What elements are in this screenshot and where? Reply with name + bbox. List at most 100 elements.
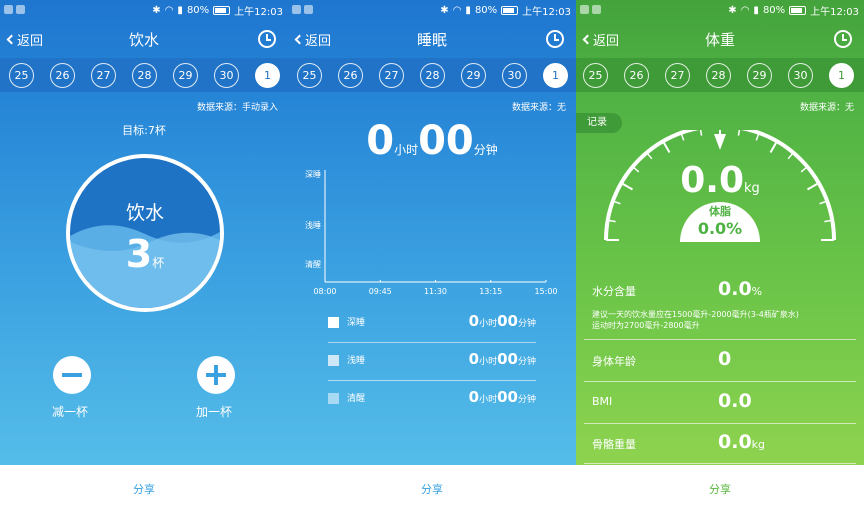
date-chip[interactable]: 27	[665, 63, 690, 88]
date-chip[interactable]: 29	[461, 63, 486, 88]
minus-icon	[62, 373, 82, 377]
data-source-label: 数据来源：无	[511, 103, 566, 113]
metric-unit: kg	[751, 438, 766, 451]
metric-bmi: BMI 0.0	[584, 382, 856, 424]
cup-unit: 杯	[152, 256, 165, 270]
status-bar: ✱ ◠ ▮ 80% 上午12:03	[0, 0, 288, 20]
date-chip-selected[interactable]: 1	[255, 63, 280, 88]
metric-body-age: 身体年龄 0	[584, 340, 856, 382]
weight-number: 0.0	[680, 160, 744, 201]
advice-line: 建议一天的饮水量应在1500毫升-2000毫升(3-4瓶矿泉水)	[592, 310, 799, 319]
minus-cup-label: 减一杯	[52, 405, 89, 419]
notification-icons	[4, 5, 25, 14]
circle-title: 饮水	[125, 202, 164, 224]
body-fat-value: 0.0%	[697, 219, 743, 238]
date-chip[interactable]: 29	[173, 63, 198, 88]
metric-bone-mass: 骨骼重量 0.0kg	[584, 424, 856, 464]
share-button[interactable]: 分享	[0, 481, 288, 497]
x-tick-label: 15:00	[534, 287, 557, 296]
status-bar: ✱ ◠ ▮ 80% 上午12:03	[288, 0, 576, 20]
date-chip[interactable]: 27	[379, 63, 404, 88]
legend-minutes: 00	[497, 312, 518, 330]
metric-name: 骨骼重量	[592, 438, 636, 451]
app-notification-icon	[16, 5, 25, 14]
footer: 分享	[288, 465, 576, 512]
date-strip: 25 26 27 28 29 30 1	[0, 58, 288, 92]
share-button[interactable]: 分享	[576, 481, 864, 497]
notification-icons	[580, 5, 601, 14]
x-tick-label: 11:30	[424, 287, 447, 296]
legend-row-awake: 清醒 0小时00分钟	[328, 381, 536, 419]
gauge-tick	[737, 130, 741, 136]
wifi-icon: ◠	[740, 5, 750, 16]
date-chip[interactable]: 28	[420, 63, 445, 88]
metric-unit: %	[751, 285, 763, 298]
metric-number: 0.0	[718, 278, 752, 300]
battery-icon	[213, 6, 231, 15]
legend-value: 0小时00分钟	[469, 387, 536, 406]
history-clock-icon[interactable]	[834, 30, 852, 48]
cup-count: 3杯	[70, 232, 220, 276]
legend-hours: 0	[468, 388, 480, 406]
total-hours: 0	[366, 118, 395, 164]
signal-icon: ▮	[753, 5, 759, 16]
app-notification-icon	[580, 5, 589, 14]
date-chip[interactable]: 28	[132, 63, 157, 88]
plus-cup-label: 加一杯	[196, 405, 233, 419]
clock: 上午12:03	[234, 7, 283, 18]
water-advice: 建议一天的饮水量应在1500毫升-2000毫升(3-4瓶矿泉水) 运动时为270…	[592, 309, 846, 331]
history-clock-icon[interactable]	[258, 30, 276, 48]
legend-hours: 0	[468, 350, 480, 368]
date-chip[interactable]: 29	[747, 63, 772, 88]
date-chip-selected[interactable]: 1	[543, 63, 568, 88]
gauge-tick	[646, 152, 653, 160]
date-chip[interactable]: 26	[338, 63, 363, 88]
date-chip-selected[interactable]: 1	[829, 63, 854, 88]
battery-percent: 80%	[474, 5, 498, 16]
body-fat-label: 体脂	[709, 205, 731, 218]
bluetooth-icon: ✱	[440, 5, 449, 16]
clock: 上午12:03	[522, 7, 571, 18]
weight-value: 0.0kg	[576, 160, 864, 201]
legend-name: 深睡	[347, 318, 366, 328]
legend-value: 0小时00分钟	[469, 349, 536, 368]
battery-icon	[789, 6, 807, 15]
sleep-total: 0小时00分钟	[288, 118, 576, 164]
date-chip[interactable]: 30	[214, 63, 239, 88]
clock: 上午12:03	[810, 7, 859, 18]
app-notification-icon	[4, 5, 13, 14]
minus-cup-button[interactable]	[53, 356, 91, 394]
total-hours-unit: 小时	[394, 143, 419, 157]
total-minutes: 00	[418, 118, 474, 164]
x-tick-label: 08:00	[313, 287, 336, 296]
date-strip: 25 26 27 28 29 30 1	[288, 58, 576, 92]
page-title: 睡眠	[416, 31, 447, 49]
legend-value: 0小时00分钟	[469, 311, 536, 330]
date-chip[interactable]: 25	[583, 63, 608, 88]
signal-icon: ▮	[177, 5, 183, 16]
notification-icons	[292, 5, 313, 14]
y-category-label: 清醒	[305, 259, 321, 269]
date-chip[interactable]: 25	[297, 63, 322, 88]
plus-cup-button[interactable]	[197, 356, 235, 394]
share-button[interactable]: 分享	[288, 481, 576, 497]
legend-swatch	[328, 355, 339, 366]
legend-minutes: 00	[497, 388, 518, 406]
status-right: ✱ ◠ ▮ 80% 上午12:03	[728, 3, 859, 18]
date-chip[interactable]: 25	[9, 63, 34, 88]
date-chip[interactable]: 30	[788, 63, 813, 88]
legend-minutes-unit: 分钟	[517, 319, 536, 329]
date-chip[interactable]: 26	[50, 63, 75, 88]
title-bar: 返回 睡眠	[288, 22, 576, 58]
legend-hours-unit: 小时	[479, 395, 498, 405]
date-chip[interactable]: 26	[624, 63, 649, 88]
gauge-tick	[787, 152, 794, 160]
signal-icon: ▮	[465, 5, 471, 16]
date-chip[interactable]: 27	[91, 63, 116, 88]
date-chip[interactable]: 30	[502, 63, 527, 88]
history-clock-icon[interactable]	[546, 30, 564, 48]
metric-value: 0.0	[718, 390, 752, 412]
app-notification-icon	[304, 5, 313, 14]
date-chip[interactable]: 28	[706, 63, 731, 88]
advice-line: 运动时为2700毫升-2800毫升	[592, 321, 700, 330]
